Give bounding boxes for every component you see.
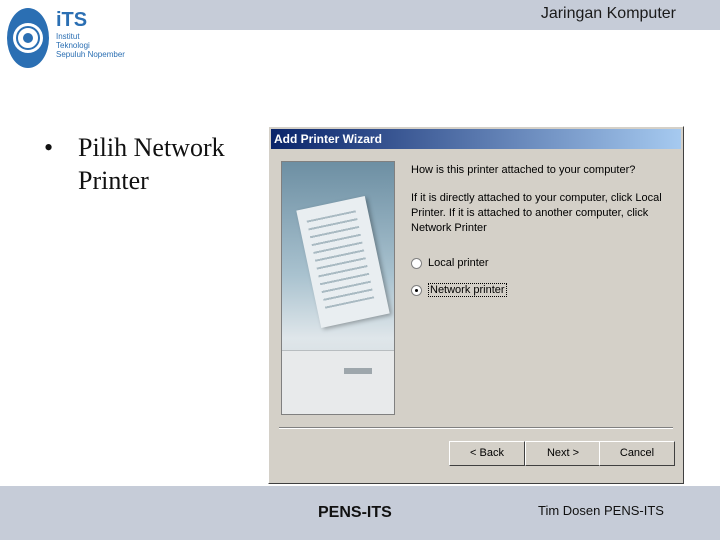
add-printer-wizard-dialog: Add Printer Wizard How is this printer a… — [268, 126, 684, 484]
logo-line: Institut — [56, 32, 80, 41]
back-button[interactable]: < Back — [449, 441, 525, 466]
dialog-titlebar[interactable]: Add Printer Wizard — [271, 129, 681, 149]
local-printer-label[interactable]: Local printer — [428, 257, 489, 269]
cancel-button[interactable]: Cancel — [599, 441, 675, 466]
printer-icon — [282, 350, 394, 414]
logo-wordmark: iTS — [56, 9, 87, 31]
network-printer-label[interactable]: Network printer — [428, 283, 507, 297]
wizard-question: How is this printer attached to your com… — [411, 164, 636, 176]
network-printer-option[interactable]: Network printer — [411, 283, 507, 297]
local-printer-option[interactable]: Local printer — [411, 257, 489, 269]
paper-sheet-graphic — [296, 196, 390, 328]
footer-center-text: PENS-ITS — [318, 504, 392, 521]
dialog-title: Add Printer Wizard — [274, 132, 382, 146]
next-button[interactable]: Next > — [525, 441, 601, 466]
local-printer-radio[interactable] — [411, 257, 422, 269]
bullet-marker: • — [44, 133, 54, 162]
slide-header-title: Jaringan Komputer — [540, 5, 676, 22]
printer-slot-graphic — [344, 368, 372, 374]
logo-line: Teknologi — [56, 41, 90, 50]
wizard-instructions: If it is directly attached to your compu… — [411, 192, 662, 234]
logo-subtitle: Institut Teknologi Sepuluh Nopember — [56, 32, 125, 59]
dialog-separator — [279, 427, 673, 429]
its-logo: iTS Institut Teknologi Sepuluh Nopember — [4, 2, 130, 72]
printer-illustration — [281, 161, 395, 415]
slide-bullet-text: Pilih Network Printer — [78, 133, 225, 195]
network-printer-radio[interactable] — [411, 284, 422, 296]
logo-line: Sepuluh Nopember — [56, 50, 125, 59]
header-bar: Jaringan Komputer — [130, 0, 720, 30]
footer-right-text: Tim Dosen PENS-ITS — [538, 503, 664, 518]
